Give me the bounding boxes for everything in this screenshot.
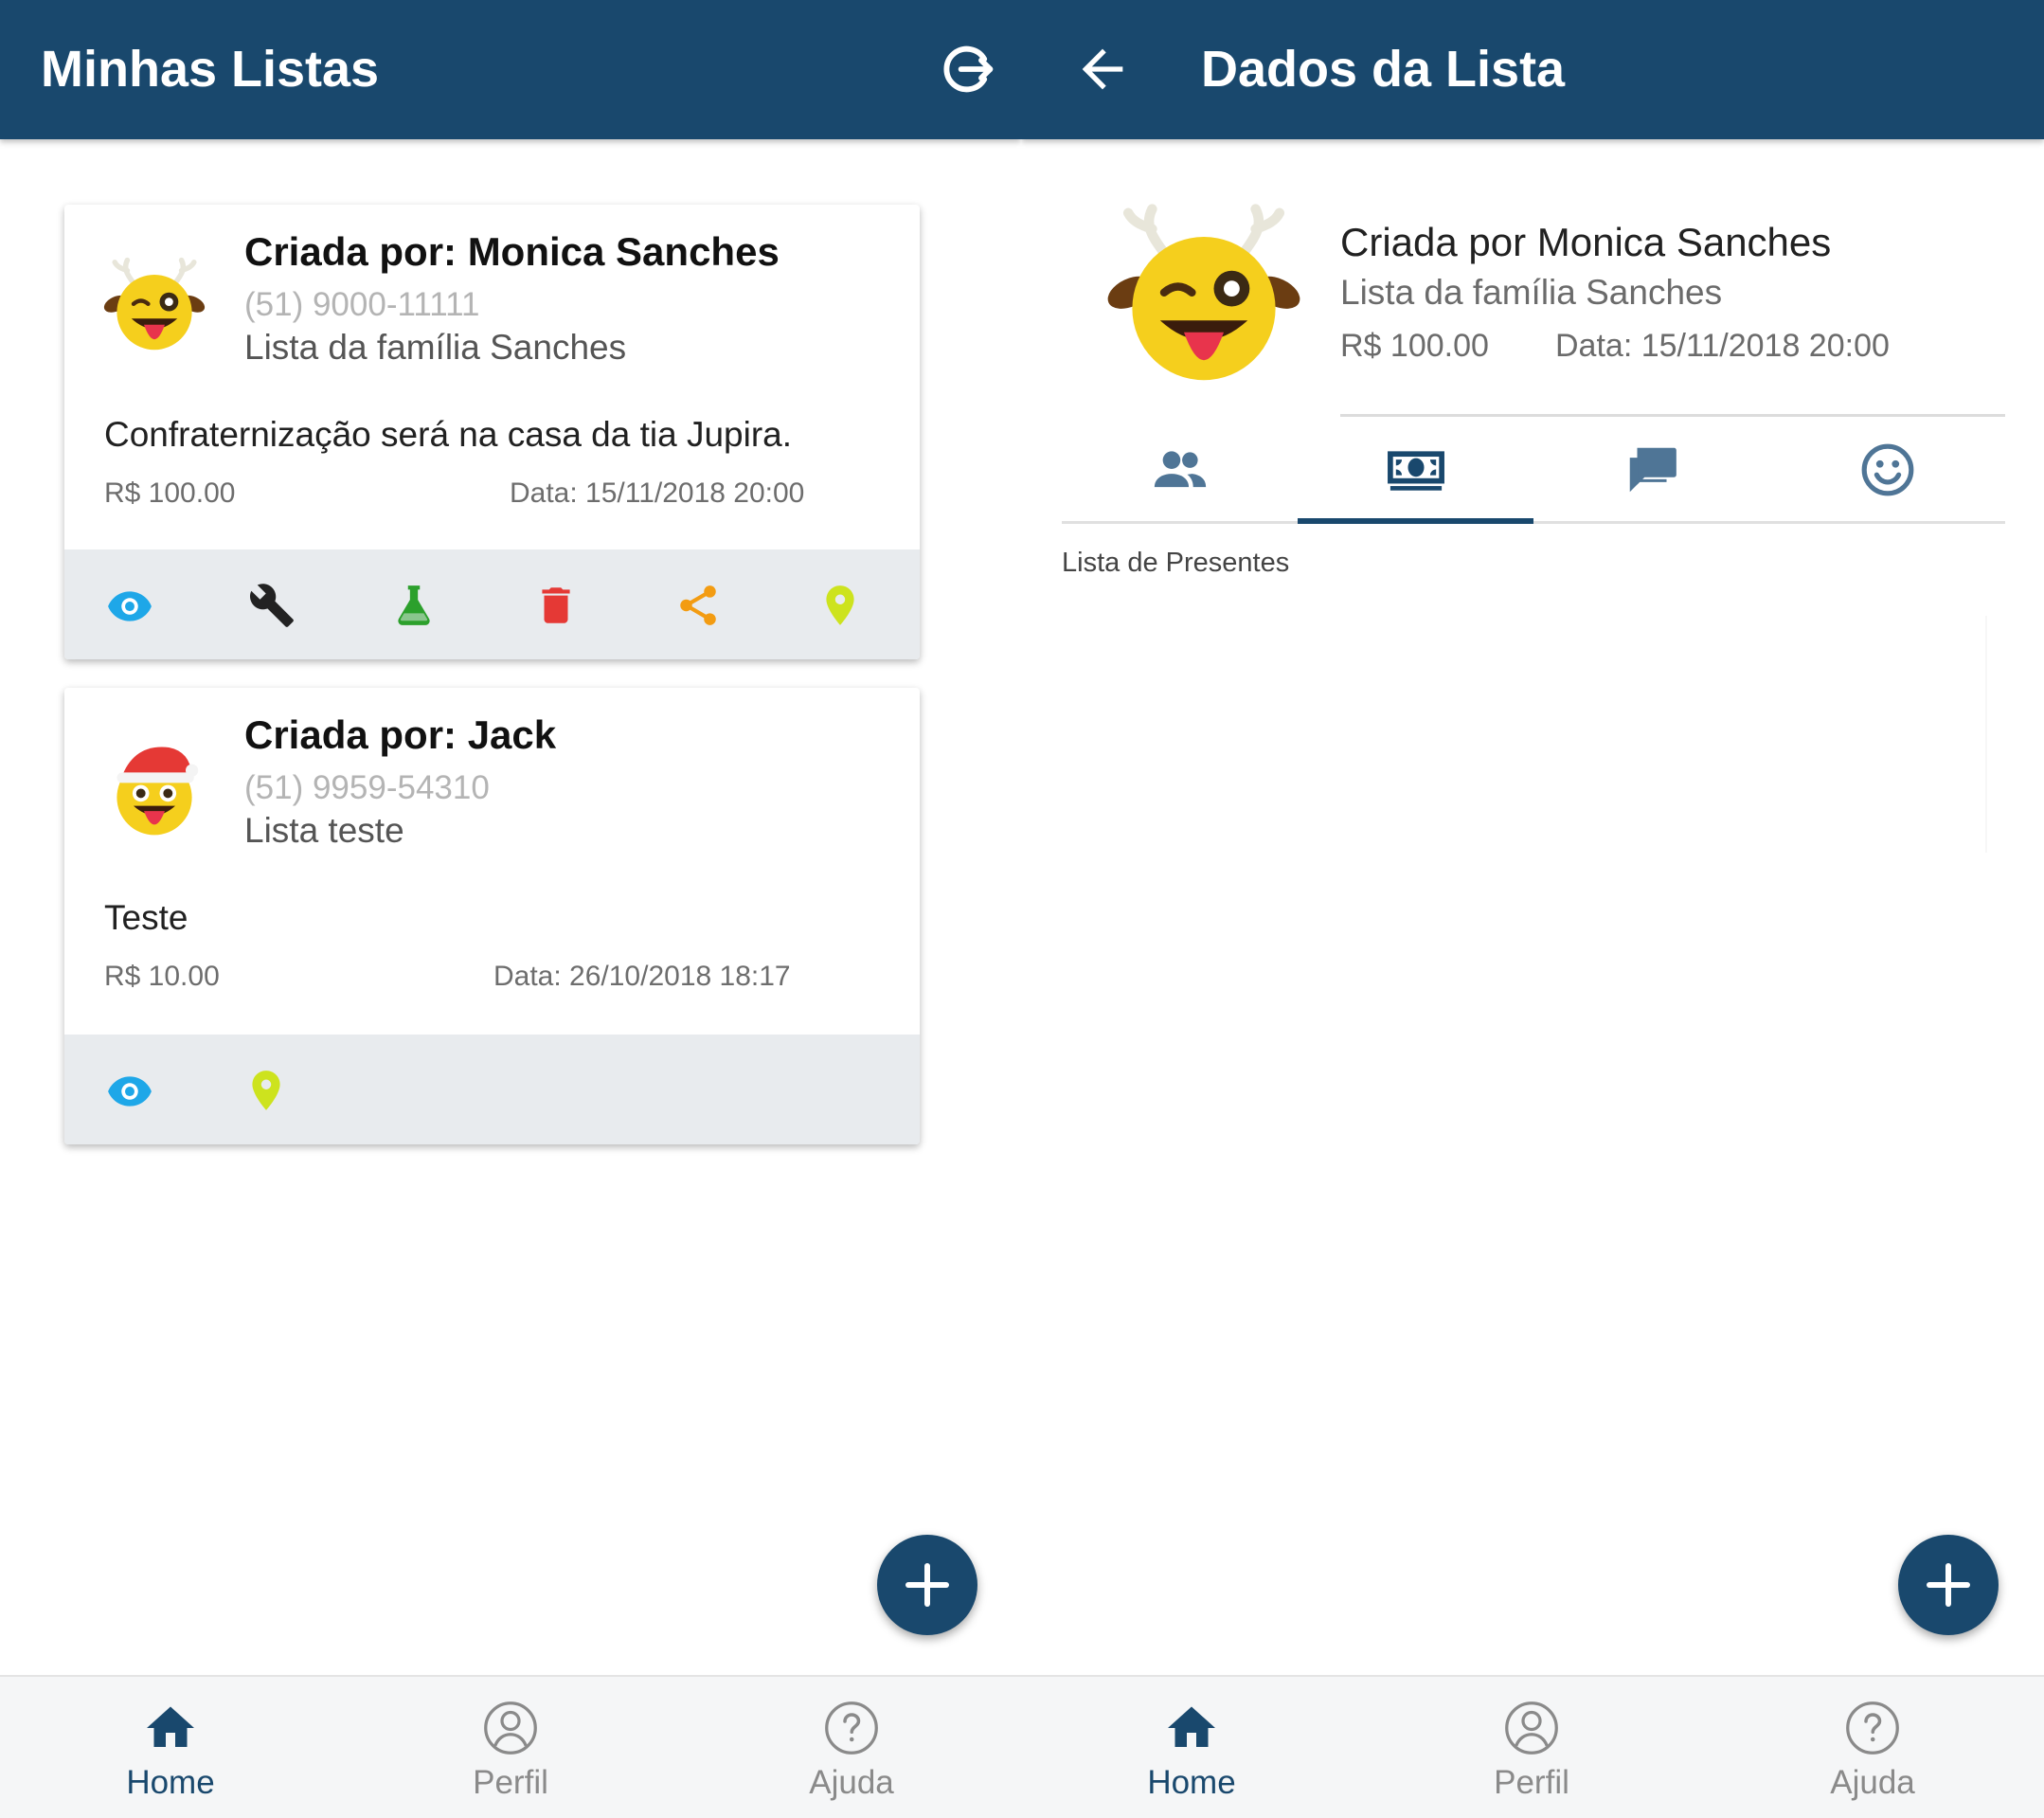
nav-help[interactable]: Ajuda xyxy=(709,1677,994,1818)
wrench-icon[interactable] xyxy=(248,582,296,629)
add-list-button[interactable] xyxy=(877,1535,977,1635)
eye-icon[interactable] xyxy=(106,582,153,629)
help-circle-icon xyxy=(1844,1700,1901,1756)
my-lists-screen: Minhas Listas Criada por: Monica Sanches xyxy=(0,0,1021,1818)
map-pin-icon[interactable] xyxy=(816,582,864,629)
detail-tabs xyxy=(1062,417,2005,524)
bottom-navigation: Home Perfil Ajuda xyxy=(1021,1675,2044,1818)
detail-date: Data: 15/11/2018 20:00 xyxy=(1555,328,1890,364)
card-title: Criada por: Monica Sanches xyxy=(244,229,780,274)
money-icon xyxy=(1388,451,1444,491)
card-phone: (51) 9959-54310 xyxy=(244,769,490,806)
reindeer-emoji-icon xyxy=(102,254,206,358)
card-description: Teste xyxy=(104,898,188,937)
eye-icon[interactable] xyxy=(106,1067,153,1114)
detail-price: R$ 100.00 xyxy=(1340,328,1489,364)
scroll-track xyxy=(1985,616,1987,853)
nav-help-label: Ajuda xyxy=(1830,1764,1915,1801)
card-price: R$ 10.00 xyxy=(104,961,220,992)
home-icon xyxy=(1163,1700,1220,1756)
share-icon[interactable] xyxy=(674,582,722,629)
map-pin-icon[interactable] xyxy=(242,1067,290,1114)
card-list-name: Lista da família Sanches xyxy=(244,328,627,367)
card-action-bar xyxy=(64,1035,920,1144)
smiley-icon xyxy=(1861,443,1914,496)
tab-gifts[interactable] xyxy=(1298,417,1533,524)
card-price: R$ 100.00 xyxy=(104,477,236,509)
plus-icon xyxy=(1927,1563,1970,1607)
card-description: Confraternização será na casa da tia Jup… xyxy=(104,415,793,454)
card-title: Criada por: Jack xyxy=(244,712,557,757)
home-icon xyxy=(142,1700,199,1756)
logout-icon[interactable] xyxy=(936,39,996,99)
list-card[interactable]: Criada por: Jack (51) 9959-54310 Lista t… xyxy=(64,688,920,1144)
tab-emoji[interactable] xyxy=(1769,417,2005,521)
nav-home-label: Home xyxy=(1147,1764,1236,1801)
person-circle-icon xyxy=(482,1700,539,1756)
tab-indicator xyxy=(1298,518,1533,524)
trash-icon[interactable] xyxy=(532,582,580,629)
tab-chat[interactable] xyxy=(1533,417,1769,521)
card-date: Data: 26/10/2018 18:17 xyxy=(493,961,791,992)
tab-participants[interactable] xyxy=(1062,417,1298,521)
card-list-name: Lista teste xyxy=(244,811,404,850)
chat-icon xyxy=(1629,447,1676,493)
person-circle-icon xyxy=(1503,1700,1560,1756)
card-action-bar xyxy=(64,549,920,659)
detail-list-name: Lista da família Sanches xyxy=(1340,273,1723,312)
santa-emoji-icon xyxy=(102,737,206,841)
reindeer-emoji-icon xyxy=(1104,197,1303,396)
people-icon xyxy=(1154,451,1207,488)
nav-profile-label: Perfil xyxy=(473,1764,548,1801)
nav-profile[interactable]: Perfil xyxy=(368,1677,653,1818)
card-phone: (51) 9000-11111 xyxy=(244,286,480,323)
nav-home[interactable]: Home xyxy=(1049,1677,1334,1818)
card-date: Data: 15/11/2018 20:00 xyxy=(510,477,805,509)
section-title: Lista de Presentes xyxy=(1062,548,1290,578)
nav-home-label: Home xyxy=(126,1764,215,1801)
detail-creator: Criada por Monica Sanches xyxy=(1340,220,1832,264)
app-bar: Minhas Listas xyxy=(0,0,1021,139)
arrow-back-icon[interactable] xyxy=(1072,39,1133,99)
nav-profile[interactable]: Perfil xyxy=(1390,1677,1674,1818)
list-details-screen: Dados da Lista Criada por Monica Sanches… xyxy=(1021,0,2044,1818)
plus-icon xyxy=(905,1563,949,1607)
list-card[interactable]: Criada por: Monica Sanches (51) 9000-111… xyxy=(64,205,920,659)
nav-home[interactable]: Home xyxy=(28,1677,313,1818)
bottom-navigation: Home Perfil Ajuda xyxy=(0,1675,1021,1818)
nav-help[interactable]: Ajuda xyxy=(1730,1677,2015,1818)
nav-profile-label: Perfil xyxy=(1494,1764,1569,1801)
add-gift-button[interactable] xyxy=(1898,1535,1999,1635)
app-bar-title: Dados da Lista xyxy=(1201,41,1566,98)
app-bar: Dados da Lista xyxy=(1021,0,2044,139)
app-bar-title: Minhas Listas xyxy=(41,41,380,98)
nav-help-label: Ajuda xyxy=(809,1764,894,1801)
help-circle-icon xyxy=(823,1700,880,1756)
flask-icon[interactable] xyxy=(390,582,438,629)
